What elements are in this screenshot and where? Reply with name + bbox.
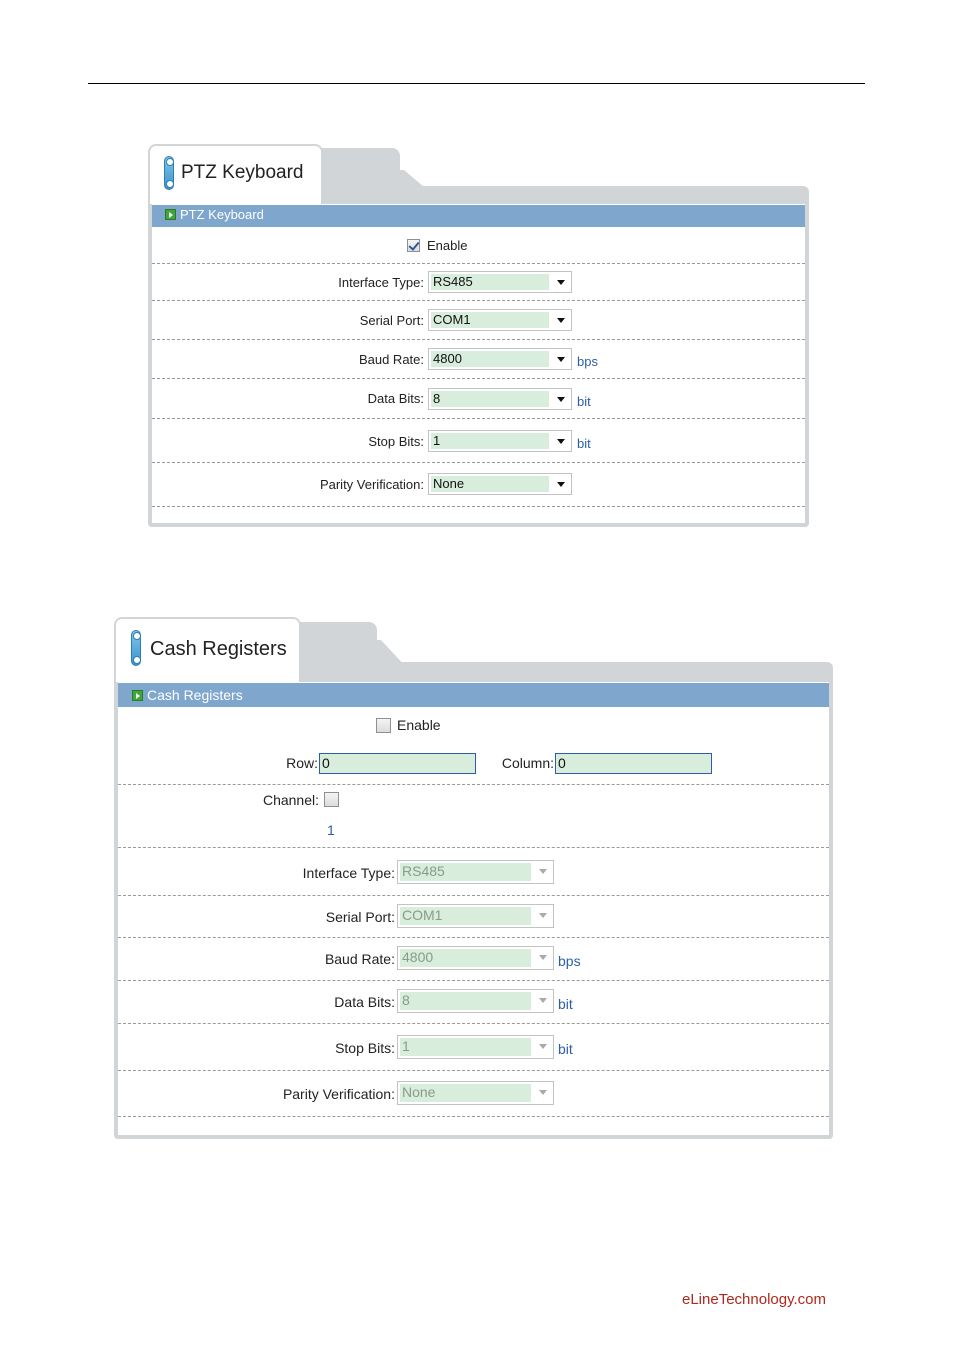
cash-baud-rate-unit: bps (558, 953, 581, 969)
cash-channel-label: Channel: (262, 792, 319, 808)
chevron-down-icon (539, 1090, 547, 1095)
ptz-enable-checkbox[interactable] (407, 239, 420, 252)
chevron-down-icon (557, 357, 565, 362)
cash-tab-title: Cash Registers (150, 638, 287, 660)
chevron-down-icon (539, 1044, 547, 1049)
ptz-interface-type-label: Interface Type: (338, 275, 424, 290)
row-separator (118, 980, 829, 981)
cash-stop-bits-value: 1 (400, 1038, 531, 1056)
row-separator (152, 300, 805, 301)
row-separator (118, 1116, 829, 1117)
expand-icon[interactable] (132, 690, 143, 701)
row-separator (152, 378, 805, 379)
ptz-serial-port-value: COM1 (431, 312, 549, 328)
tab-pill-icon (164, 156, 174, 190)
chevron-down-icon (539, 955, 547, 960)
ptz-stop-bits-value: 1 (431, 433, 549, 449)
cash-serial-port-value: COM1 (400, 907, 531, 925)
chevron-down-icon (557, 439, 565, 444)
cash-stop-bits-select[interactable]: 1 (397, 1035, 554, 1059)
expand-icon[interactable] (165, 209, 176, 220)
row-separator (118, 1070, 829, 1071)
checkmark-icon (408, 239, 420, 251)
cash-interface-type-select[interactable]: RS485 (397, 860, 554, 884)
cash-serial-port-select[interactable]: COM1 (397, 904, 554, 928)
ptz-serial-port-select[interactable]: COM1 (428, 309, 572, 331)
page-top-rule (88, 83, 865, 84)
cash-data-bits-value: 8 (400, 992, 531, 1010)
ptz-stop-bits-select[interactable]: 1 (428, 430, 572, 452)
cash-column-label: Column: (501, 755, 554, 771)
ptz-stop-bits-unit: bit (577, 436, 591, 451)
ptz-parity-label: Parity Verification: (319, 477, 424, 492)
cash-data-bits-select[interactable]: 8 (397, 989, 554, 1013)
ptz-baud-rate-unit: bps (577, 354, 598, 369)
chevron-down-icon (539, 913, 547, 918)
cash-row-label: Row: (286, 755, 318, 771)
chevron-down-icon (557, 280, 565, 285)
chevron-down-icon (557, 318, 565, 323)
cash-channel-number: 1 (327, 822, 335, 838)
cash-stop-bits-unit: bit (558, 1041, 573, 1057)
ptz-data-bits-select[interactable]: 8 (428, 388, 572, 410)
ptz-section-header: PTZ Keyboard (152, 205, 805, 227)
chevron-down-icon (557, 482, 565, 487)
ptz-baud-rate-select[interactable]: 4800 (428, 348, 572, 370)
cash-column-input[interactable]: 0 (555, 753, 712, 774)
chevron-down-icon (539, 998, 547, 1003)
cash-section-header: Cash Registers (118, 683, 829, 707)
cash-baud-rate-label: Baud Rate: (324, 951, 395, 967)
cash-enable-label: Enable (397, 717, 441, 733)
row-separator (118, 1023, 829, 1024)
row-separator (118, 784, 829, 785)
chevron-down-icon (539, 869, 547, 874)
row-separator (152, 263, 805, 264)
row-separator (152, 339, 805, 340)
ptz-parity-value: None (431, 476, 549, 492)
row-separator (152, 418, 805, 419)
cash-row-input[interactable]: 0 (319, 753, 476, 774)
cash-section-title: Cash Registers (147, 687, 243, 703)
ptz-tab-title: PTZ Keyboard (181, 162, 304, 183)
cash-channel-checkbox[interactable] (324, 792, 339, 807)
ptz-baud-rate-label: Baud Rate: (358, 352, 424, 367)
row-separator (118, 847, 829, 848)
ptz-parity-select[interactable]: None (428, 473, 572, 495)
cash-interface-type-value: RS485 (400, 863, 531, 881)
ptz-interface-type-value: RS485 (431, 274, 549, 290)
cash-parity-label: Parity Verification: (282, 1086, 395, 1102)
row-separator (118, 895, 829, 896)
cash-parity-value: None (400, 1084, 531, 1102)
ptz-enable-label: Enable (427, 238, 468, 253)
tab-pill-icon (131, 630, 141, 666)
cash-interface-type-label: Interface Type: (302, 865, 395, 881)
ptz-interface-type-select[interactable]: RS485 (428, 271, 572, 293)
cash-parity-select[interactable]: None (397, 1081, 554, 1105)
cash-baud-rate-select[interactable]: 4800 (397, 946, 554, 970)
footer-site-name: eLineTechnology.com (682, 1291, 826, 1308)
ptz-stop-bits-label: Stop Bits: (368, 434, 424, 449)
row-separator (118, 937, 829, 938)
cash-stop-bits-label: Stop Bits: (335, 1040, 395, 1056)
cash-enable-checkbox[interactable] (376, 718, 391, 733)
ptz-serial-port-label: Serial Port: (359, 313, 424, 328)
ptz-data-bits-label: Data Bits: (367, 391, 424, 406)
cash-baud-rate-value: 4800 (400, 949, 531, 967)
ptz-data-bits-value: 8 (431, 391, 549, 407)
ptz-baud-rate-value: 4800 (431, 351, 549, 367)
cash-data-bits-label: Data Bits: (334, 994, 395, 1010)
ptz-section-title: PTZ Keyboard (180, 207, 264, 222)
ptz-data-bits-unit: bit (577, 394, 591, 409)
row-separator (152, 506, 805, 507)
row-separator (152, 462, 805, 463)
cash-serial-port-label: Serial Port: (325, 909, 395, 925)
chevron-down-icon (557, 397, 565, 402)
cash-data-bits-unit: bit (558, 996, 573, 1012)
